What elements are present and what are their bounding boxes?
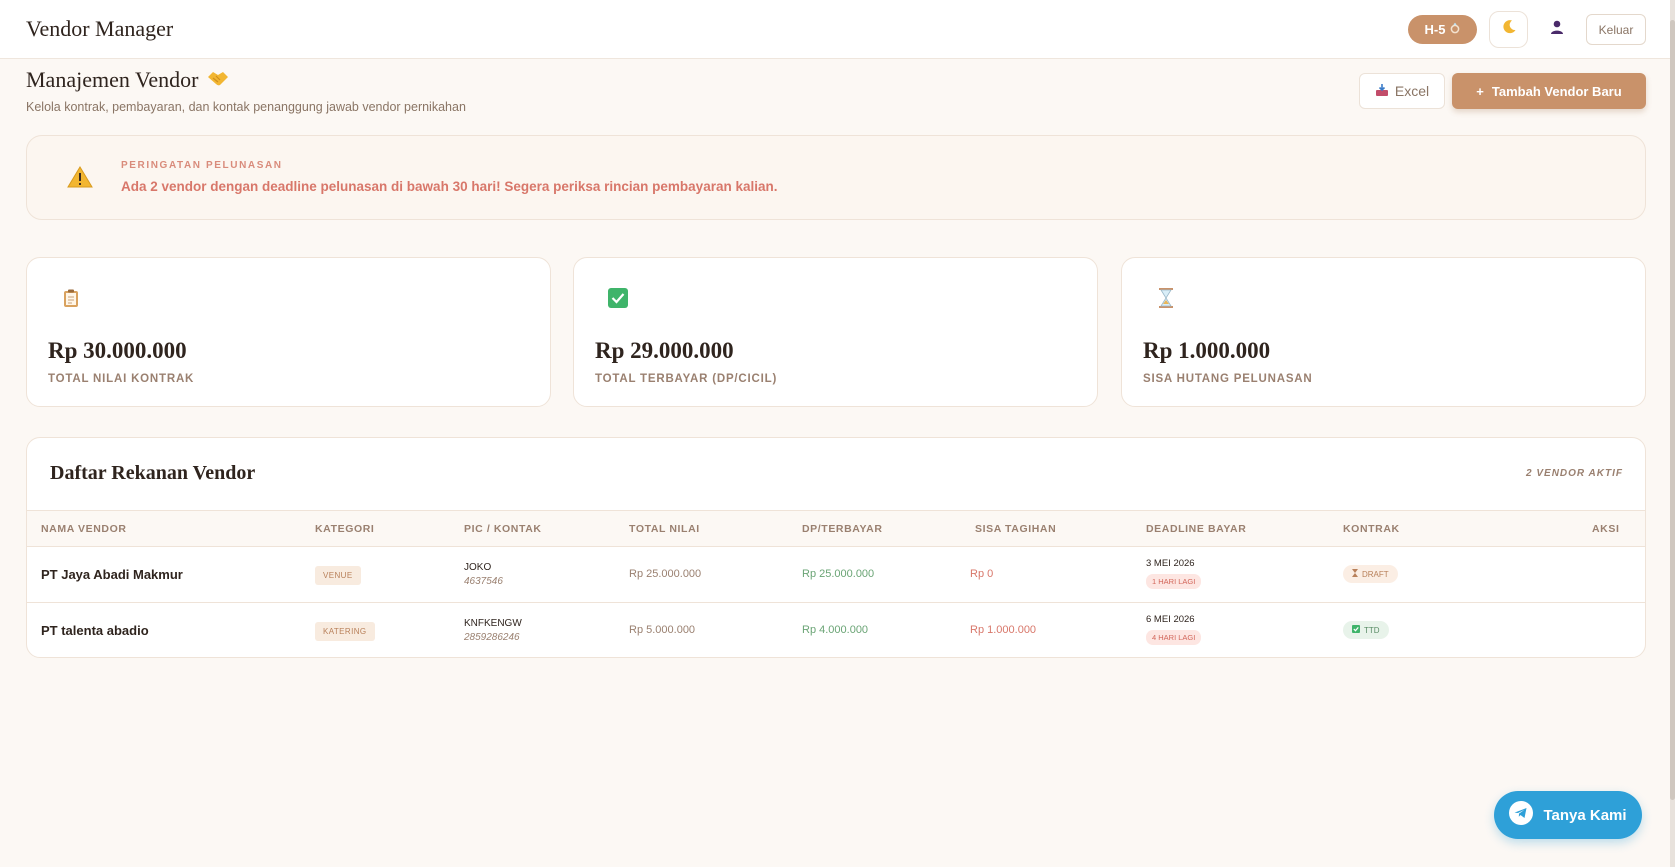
logout-button[interactable]: Keluar bbox=[1586, 14, 1646, 45]
pic-cell: KNFKENGW 2859286246 bbox=[464, 618, 522, 643]
remaining-value: Rp 0 bbox=[970, 568, 994, 580]
theme-toggle-button[interactable] bbox=[1489, 11, 1528, 48]
ring-icon bbox=[1450, 22, 1460, 37]
contract-status-badge[interactable]: DRAFT bbox=[1343, 565, 1398, 583]
pic-cell: JOKO 4637546 bbox=[464, 562, 503, 587]
clipboard-icon bbox=[61, 288, 81, 308]
vendor-name[interactable]: PT talenta abadio bbox=[41, 623, 149, 638]
remaining-value: Rp 1.000.000 bbox=[970, 624, 1037, 636]
handshake-icon bbox=[207, 67, 229, 93]
telegram-icon bbox=[1509, 801, 1534, 829]
column-header-name[interactable]: NAMA VENDOR bbox=[41, 523, 127, 535]
export-excel-label: Excel bbox=[1394, 83, 1430, 99]
column-header-paid[interactable]: DP/TERBAYAR bbox=[802, 523, 883, 535]
category-tag: KATERING bbox=[315, 622, 375, 641]
ask-us-label: Tanya Kami bbox=[1543, 806, 1627, 824]
vendor-table-panel: Daftar Rekanan Vendor 2 VENDOR AKTIF NAM… bbox=[26, 437, 1646, 658]
ask-us-chat-button[interactable]: Tanya Kami bbox=[1494, 791, 1642, 839]
page-title-text: Manajemen Vendor bbox=[26, 67, 199, 92]
app-brand: Vendor Manager bbox=[26, 16, 174, 41]
top-bar: Vendor Manager H-5 Keluar bbox=[0, 0, 1675, 59]
total-value: Rp 5.000.000 bbox=[629, 624, 696, 636]
pic-phone[interactable]: 2859286246 bbox=[464, 632, 522, 643]
total-value: Rp 25.000.000 bbox=[629, 568, 702, 580]
table-row[interactable]: PT Jaya Abadi Makmur VENUE JOKO 4637546 … bbox=[27, 547, 1645, 603]
pic-name: JOKO bbox=[464, 562, 492, 573]
table-row[interactable]: PT talenta abadio KATERING KNFKENGW 2859… bbox=[27, 603, 1645, 657]
deadline-date: 6 MEI 2026 bbox=[1146, 614, 1195, 625]
column-header-category[interactable]: KATEGORI bbox=[315, 523, 374, 535]
active-vendor-count: 2 VENDOR AKTIF bbox=[1526, 468, 1623, 479]
table-title: Daftar Rekanan Vendor bbox=[50, 462, 256, 484]
contract-cell: DRAFT bbox=[1343, 564, 1398, 583]
stat-card-remaining-debt: Rp 1.000.000 SISA HUTANG PELUNASAN bbox=[1121, 257, 1646, 407]
alert-message: Ada 2 vendor dengan deadline pelunasan d… bbox=[121, 179, 778, 194]
column-header-deadline[interactable]: DEADLINE BAYAR bbox=[1146, 523, 1246, 535]
stat-label: TOTAL NILAI KONTRAK bbox=[48, 373, 195, 385]
deadline-cell: 6 MEI 2026 4 HARI LAGI bbox=[1146, 614, 1202, 645]
category-cell: KATERING bbox=[315, 621, 375, 641]
column-header-action: AKSI bbox=[1592, 523, 1620, 535]
scrollbar-thumb[interactable] bbox=[1670, 20, 1675, 800]
hourglass-icon bbox=[1156, 288, 1176, 308]
vendor-name[interactable]: PT Jaya Abadi Makmur bbox=[41, 567, 183, 582]
column-header-total[interactable]: TOTAL NILAI bbox=[629, 523, 700, 535]
contract-status-badge[interactable]: TTD bbox=[1343, 621, 1389, 639]
contract-cell: TTD bbox=[1343, 620, 1389, 639]
paid-value: Rp 4.000.000 bbox=[802, 624, 869, 636]
warning-icon bbox=[67, 166, 93, 193]
pic-name: KNFKENGW bbox=[464, 618, 522, 629]
alert-title: PERINGATAN PELUNASAN bbox=[121, 160, 283, 171]
contract-status-label: TTD bbox=[1364, 625, 1380, 635]
inbox-tray-icon bbox=[1375, 83, 1389, 100]
countdown-label: H-5 bbox=[1424, 22, 1446, 37]
category-cell: VENUE bbox=[315, 565, 361, 585]
stat-value: Rp 29.000.000 bbox=[595, 338, 734, 363]
export-excel-button[interactable]: Excel bbox=[1359, 73, 1445, 109]
stat-card-total-contract: Rp 30.000.000 TOTAL NILAI KONTRAK bbox=[26, 257, 551, 407]
contract-status-label: DRAFT bbox=[1362, 569, 1389, 579]
payment-warning-alert: PERINGATAN PELUNASAN Ada 2 vendor dengan… bbox=[26, 135, 1646, 220]
stat-value: Rp 30.000.000 bbox=[48, 338, 187, 363]
add-vendor-button[interactable]: + Tambah Vendor Baru bbox=[1452, 73, 1646, 109]
column-header-contract[interactable]: KONTRAK bbox=[1343, 523, 1400, 535]
stat-label: TOTAL TERBAYAR (DP/CICIL) bbox=[595, 373, 778, 385]
deadline-cell: 3 MEI 2026 1 HARI LAGI bbox=[1146, 558, 1202, 589]
countdown-badge[interactable]: H-5 bbox=[1408, 15, 1477, 44]
checkmark-icon bbox=[1352, 625, 1360, 635]
stat-card-total-paid: Rp 29.000.000 TOTAL TERBAYAR (DP/CICIL) bbox=[573, 257, 1098, 407]
category-tag: VENUE bbox=[315, 566, 361, 585]
page-title: Manajemen Vendor bbox=[26, 67, 229, 93]
stat-label: SISA HUTANG PELUNASAN bbox=[1143, 373, 1313, 385]
stat-value: Rp 1.000.000 bbox=[1143, 338, 1271, 363]
checkmark-icon bbox=[608, 288, 628, 308]
moon-icon bbox=[1501, 19, 1517, 40]
deadline-badge: 4 HARI LAGI bbox=[1146, 630, 1202, 645]
column-header-remaining[interactable]: SISA TAGIHAN bbox=[975, 523, 1056, 535]
plus-icon: + bbox=[1476, 83, 1484, 99]
table-header: NAMA VENDOR KATEGORI PIC / KONTAK TOTAL … bbox=[27, 510, 1645, 547]
add-vendor-label: Tambah Vendor Baru bbox=[1491, 83, 1622, 99]
hourglass-icon bbox=[1352, 569, 1358, 579]
column-header-pic[interactable]: PIC / KONTAK bbox=[464, 523, 542, 535]
deadline-date: 3 MEI 2026 bbox=[1146, 558, 1195, 569]
user-icon bbox=[1549, 19, 1565, 40]
paid-value: Rp 25.000.000 bbox=[802, 568, 875, 580]
profile-button[interactable] bbox=[1537, 11, 1576, 48]
page-subtitle: Kelola kontrak, pembayaran, dan kontak p… bbox=[26, 100, 466, 114]
deadline-badge: 1 HARI LAGI bbox=[1146, 574, 1202, 589]
pic-phone[interactable]: 4637546 bbox=[464, 576, 503, 587]
